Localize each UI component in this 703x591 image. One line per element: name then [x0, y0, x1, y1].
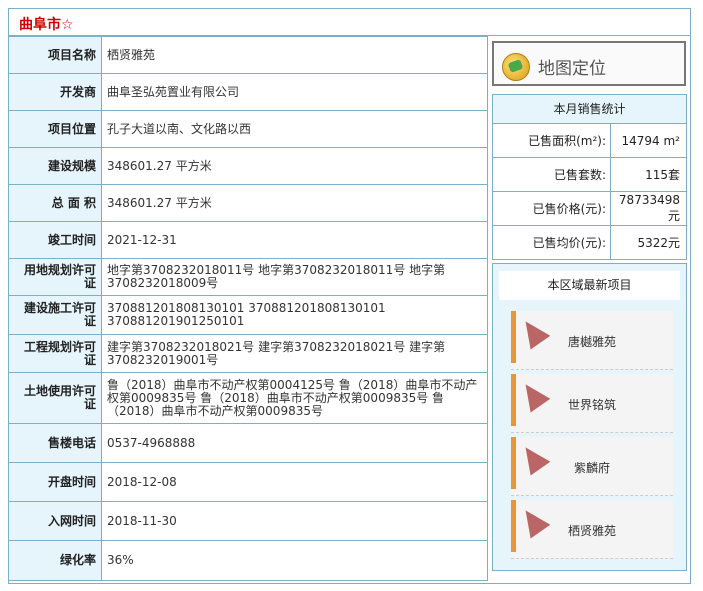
- project-card[interactable]: 世界铭筑: [511, 374, 673, 433]
- row-label: 绿化率: [8, 540, 102, 581]
- sales-value: 14794 m²: [610, 124, 686, 158]
- info-row: 入网时间 2018-11-30: [8, 501, 488, 541]
- row-label: 竣工时间: [8, 221, 102, 259]
- info-row: 项目位置 孔子大道以南、文化路以西: [8, 110, 488, 148]
- title-bar: 曲阜市☆: [8, 8, 691, 36]
- sales-label: 已售均价(元):: [493, 225, 611, 259]
- row-value: 348601.27 平方米: [101, 184, 488, 222]
- row-value: 地字第3708232018011号 地字第3708232018011号 地字第3…: [101, 258, 488, 296]
- project-name-link[interactable]: 唐樾雅苑: [511, 333, 673, 350]
- sales-row: 已售面积(m²): 14794 m²: [493, 124, 686, 158]
- sales-label: 已售面积(m²):: [493, 124, 611, 158]
- row-label: 开盘时间: [8, 462, 102, 502]
- row-label: 用地规划许可证: [8, 258, 102, 296]
- row-value: 2018-11-30: [101, 501, 488, 541]
- monthly-sales-panel: 本月销售统计 已售面积(m²): 14794 m² 已售套数: 115套 已售价格(…: [492, 94, 687, 260]
- page-title: 曲阜市☆: [19, 17, 74, 33]
- row-value: 孔子大道以南、文化路以西: [101, 110, 488, 148]
- sales-table: 已售面积(m²): 14794 m² 已售套数: 115套 已售价格(元): 7873…: [493, 124, 686, 259]
- row-value: 栖贤雅苑: [101, 36, 488, 74]
- row-label: 建设施工许可证: [8, 295, 102, 335]
- row-label: 总 面 积: [8, 184, 102, 222]
- sales-value: 5322元: [610, 225, 686, 259]
- row-value: 36%: [101, 540, 488, 581]
- row-label: 开发商: [8, 73, 102, 111]
- sales-row: 已售套数: 115套: [493, 157, 686, 192]
- map-button-label: 地图定位: [538, 59, 606, 79]
- info-row: 绿化率 36%: [8, 540, 488, 581]
- row-value: 鲁（2018）曲阜市不动产权第0004125号 鲁（2018）曲阜市不动产权第0…: [101, 372, 488, 424]
- row-value: 348601.27 平方米: [101, 147, 488, 185]
- row-label: 售楼电话: [8, 423, 102, 463]
- sales-row: 已售价格(元): 78733498元: [493, 191, 686, 226]
- project-info-table: 项目名称 栖贤雅苑 开发商 曲阜圣弘苑置业有限公司 项目位置 孔子大道以南、文化路以西…: [8, 36, 488, 581]
- project-card[interactable]: 唐樾雅苑: [511, 311, 673, 370]
- info-row: 建设施工许可证 370881201808130101 37088120180813…: [8, 295, 488, 335]
- row-label: 土地使用许可证: [8, 372, 102, 424]
- info-row: 开发商 曲阜圣弘苑置业有限公司: [8, 73, 488, 111]
- info-row: 竣工时间 2021-12-31: [8, 221, 488, 259]
- info-row: 项目名称 栖贤雅苑: [8, 36, 488, 74]
- sales-label: 已售套数:: [493, 157, 611, 192]
- row-label: 建设规模: [8, 147, 102, 185]
- info-row: 土地使用许可证 鲁（2018）曲阜市不动产权第0004125号 鲁（2018）曲阜…: [8, 372, 488, 424]
- project-name-link[interactable]: 栖贤雅苑: [511, 522, 673, 539]
- map-icon: [502, 53, 530, 81]
- row-value: 曲阜圣弘苑置业有限公司: [101, 73, 488, 111]
- info-row: 工程规划许可证 建字第3708232018021号 建字第370823201802…: [8, 334, 488, 373]
- row-value: 2018-12-08: [101, 462, 488, 502]
- row-value: 2021-12-31: [101, 221, 488, 259]
- sales-row: 已售均价(元): 5322元: [493, 225, 686, 259]
- area-new-projects-panel: 本区域最新项目 唐樾雅苑 世界铭筑 紫麟府 栖贤雅苑: [492, 263, 687, 571]
- info-row: 开盘时间 2018-12-08: [8, 462, 488, 502]
- row-label: 项目位置: [8, 110, 102, 148]
- area-title: 本区域最新项目: [499, 271, 680, 300]
- row-value: 370881201808130101 370881201808130101 37…: [101, 295, 488, 335]
- sales-value: 115套: [610, 157, 686, 192]
- row-label: 入网时间: [8, 501, 102, 541]
- info-row: 总 面 积 348601.27 平方米: [8, 184, 488, 222]
- project-card[interactable]: 紫麟府: [511, 437, 673, 496]
- info-row: 售楼电话 0537-4968888: [8, 423, 488, 463]
- row-value: 建字第3708232018021号 建字第3708232018021号 建字第3…: [101, 334, 488, 373]
- row-value: 0537-4968888: [101, 423, 488, 463]
- map-location-button[interactable]: 地图定位: [492, 41, 686, 86]
- info-row: 用地规划许可证 地字第3708232018011号 地字第370823201801…: [8, 258, 488, 296]
- row-label: 工程规划许可证: [8, 334, 102, 373]
- info-row: 建设规模 348601.27 平方米: [8, 147, 488, 185]
- project-name-link[interactable]: 紫麟府: [511, 459, 673, 476]
- project-card[interactable]: 栖贤雅苑: [511, 500, 673, 559]
- sales-title: 本月销售统计: [493, 95, 686, 124]
- sales-value: 78733498元: [610, 191, 686, 226]
- row-label: 项目名称: [8, 36, 102, 74]
- project-name-link[interactable]: 世界铭筑: [511, 396, 673, 413]
- sales-label: 已售价格(元):: [493, 191, 611, 226]
